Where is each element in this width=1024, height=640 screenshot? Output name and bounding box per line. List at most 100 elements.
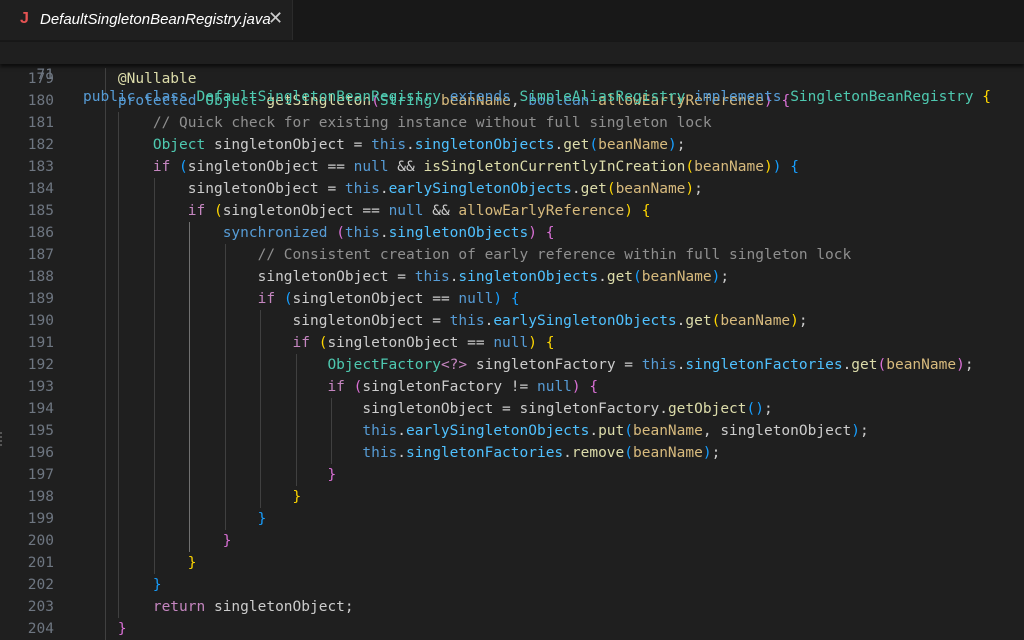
code-token: ( [633, 269, 642, 285]
code-token: ( [179, 159, 188, 175]
code-token: singletonObjects [388, 225, 529, 241]
indent-guide [331, 398, 333, 464]
code-text: if (singletonFactory != null) { [83, 376, 598, 398]
code-token: . [554, 137, 564, 153]
code-token: == [458, 335, 494, 351]
code-text: singletonObject = this.earlySingletonObj… [83, 310, 808, 332]
code-token: . [842, 357, 852, 373]
indent-guide [189, 222, 191, 552]
sticky-line: 71 public class DefaultSingletonBeanRegi… [0, 42, 1024, 105]
code-token: // Quick check for existing instance wit… [152, 115, 712, 131]
code-token: get [563, 137, 590, 153]
line-number: 182 [27, 137, 54, 153]
code-token: singletonObject [292, 313, 424, 329]
code-token: this [371, 137, 407, 153]
code-line: 203 return singletonObject; [0, 596, 1024, 618]
code-token: } [222, 533, 232, 549]
code-token: allowEarlyReference [458, 203, 625, 219]
code-token: DefaultSingletonBeanRegistry [196, 89, 441, 105]
code-token: ( [589, 137, 599, 153]
code-token: ( [877, 357, 887, 373]
code-token: singletonObject [257, 269, 389, 285]
code-text: // Quick check for existing instance wit… [83, 112, 712, 134]
code-token: . [589, 423, 599, 439]
line-number: 193 [27, 379, 54, 395]
code-line: 183 if (singletonObject == null && isSin… [0, 156, 1024, 178]
code-text: this.earlySingletonObjects.put(beanName,… [83, 420, 868, 442]
code-text: } [83, 552, 197, 574]
code-token: earlySingletonObjects [406, 423, 590, 439]
resize-handle[interactable] [0, 432, 6, 446]
code-token: ) [571, 379, 581, 395]
code-token: beanName [886, 357, 957, 373]
code-token: { [510, 291, 520, 307]
code-token: if [292, 335, 310, 351]
code-token: ( [606, 181, 616, 197]
code-text: ObjectFactory<?> singletonFactory = this… [83, 354, 974, 376]
code-token: beanName [633, 445, 703, 461]
code-text: singletonObject = singletonFactory.getOb… [83, 398, 772, 420]
code-text: this.singletonFactories.remove(beanName)… [83, 442, 720, 464]
line-number: 192 [27, 357, 54, 373]
line-number: 198 [27, 489, 54, 505]
code-token: remove [571, 445, 625, 461]
sticky-scroll-header[interactable]: 71 public class DefaultSingletonBeanRegi… [0, 42, 1024, 105]
tab-defaultsingletonbeanregistry[interactable]: J DefaultSingletonBeanRegistry.java ✕ [0, 0, 293, 40]
code-token: ) [493, 291, 503, 307]
indent-guide [105, 68, 106, 640]
code-text: } [83, 508, 267, 530]
code-token: ; [964, 357, 974, 373]
code-token: beanName [615, 181, 686, 197]
code-token: get [851, 357, 878, 373]
code-text: } [83, 574, 162, 596]
line-number: 71 [36, 67, 54, 83]
code-line: 202 } [0, 574, 1024, 596]
code-text: Object singletonObject = this.singletonO… [83, 134, 686, 156]
code-text: if (singletonObject == null && isSinglet… [83, 156, 799, 178]
code-token: singletonFactories [685, 357, 843, 373]
code-token: ) [702, 445, 712, 461]
code-token: } [117, 621, 127, 637]
code-token: get [685, 313, 712, 329]
code-text: singletonObject = this.earlySingletonObj… [83, 178, 703, 200]
code-token: get [580, 181, 607, 197]
code-token: = [493, 401, 520, 417]
code-editor[interactable]: 71 public class DefaultSingletonBeanRegi… [0, 42, 1024, 640]
code-token: , [702, 423, 721, 439]
code-token: ( [624, 423, 634, 439]
code-token: . [397, 423, 407, 439]
code-token: . [406, 137, 415, 153]
code-token: this [362, 445, 398, 461]
code-token: ) [528, 335, 537, 351]
code-token: . [563, 445, 572, 461]
line-number: 197 [27, 467, 54, 483]
code-token: { [641, 203, 651, 219]
code-text: } [83, 464, 336, 486]
code-token: this [344, 225, 380, 241]
code-token: ) [851, 423, 861, 439]
code-token: ; [711, 445, 721, 461]
code-token: = [423, 313, 450, 329]
close-icon[interactable]: ✕ [268, 8, 283, 29]
code-token: . [379, 181, 389, 197]
code-token: this [344, 181, 380, 197]
code-line: 204 } [0, 618, 1024, 640]
code-token: { [545, 335, 555, 351]
code-token: ( [213, 203, 223, 219]
tab-label: DefaultSingletonBeanRegistry.java [40, 11, 271, 28]
indent-guide [295, 354, 297, 486]
